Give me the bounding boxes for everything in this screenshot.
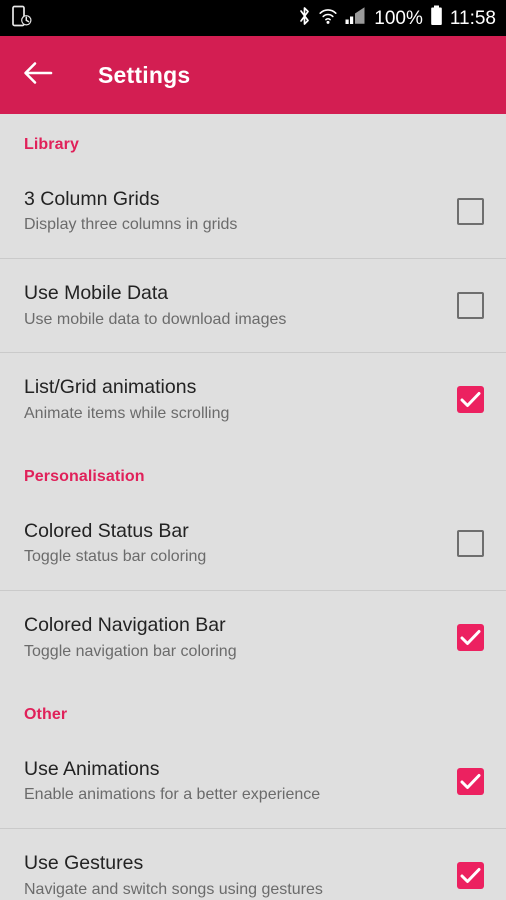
setting-row-3-column-grids[interactable]: 3 Column Grids Display three columns in … bbox=[0, 164, 506, 258]
phone-screen: 100% 11:58 Settings Library 3 Column Gri… bbox=[0, 0, 506, 900]
settings-list[interactable]: Library 3 Column Grids Display three col… bbox=[0, 114, 506, 900]
setting-text-group: Colored Status Bar Toggle status bar col… bbox=[24, 519, 441, 567]
setting-text-group: Use Gestures Navigate and switch songs u… bbox=[24, 851, 441, 899]
page-title: Settings bbox=[98, 61, 191, 88]
setting-text-group: Colored Navigation Bar Toggle navigation… bbox=[24, 613, 441, 661]
section-header-other: Other bbox=[24, 706, 68, 723]
device-clock-icon bbox=[12, 5, 32, 32]
checkbox-colored-navigation-bar[interactable] bbox=[457, 624, 484, 651]
battery-percent-label: 100% bbox=[374, 7, 423, 29]
setting-subtitle: Toggle status bar coloring bbox=[24, 548, 207, 566]
setting-title: Use Mobile Data bbox=[24, 282, 169, 305]
setting-row-list-grid-animations[interactable]: List/Grid animations Animate items while… bbox=[0, 352, 506, 446]
back-button[interactable] bbox=[16, 53, 60, 97]
setting-text-group: Use Animations Enable animations for a b… bbox=[24, 757, 441, 805]
checkbox-list-grid-animations[interactable] bbox=[457, 386, 484, 413]
setting-row-use-mobile-data[interactable]: Use Mobile Data Use mobile data to downl… bbox=[0, 258, 506, 352]
setting-text-group: 3 Column Grids Display three columns in … bbox=[24, 187, 441, 235]
app-bar: Settings bbox=[0, 36, 506, 114]
status-bar: 100% 11:58 bbox=[0, 0, 506, 36]
setting-title: Use Gestures bbox=[24, 852, 144, 875]
setting-text-group: Use Mobile Data Use mobile data to downl… bbox=[24, 281, 441, 329]
status-bar-right: 100% 11:58 bbox=[298, 5, 496, 31]
setting-row-colored-navigation-bar[interactable]: Colored Navigation Bar Toggle navigation… bbox=[0, 590, 506, 684]
setting-row-use-animations[interactable]: Use Animations Enable animations for a b… bbox=[0, 734, 506, 828]
checkbox-use-mobile-data[interactable] bbox=[457, 292, 484, 319]
setting-subtitle: Enable animations for a better experienc… bbox=[24, 786, 321, 804]
battery-full-icon bbox=[430, 5, 443, 31]
section-header-personalisation: Personalisation bbox=[24, 468, 145, 485]
checkbox-use-gestures[interactable] bbox=[457, 862, 484, 889]
setting-subtitle: Toggle navigation bar coloring bbox=[24, 642, 237, 660]
bluetooth-icon bbox=[298, 6, 311, 31]
setting-subtitle: Use mobile data to download images bbox=[24, 310, 287, 328]
setting-subtitle: Animate items while scrolling bbox=[24, 404, 230, 422]
setting-row-use-gestures[interactable]: Use Gestures Navigate and switch songs u… bbox=[0, 828, 506, 900]
setting-title: Colored Navigation Bar bbox=[24, 614, 226, 637]
checkbox-3-column-grids[interactable] bbox=[457, 197, 484, 225]
setting-subtitle: Navigate and switch songs using gestures bbox=[24, 880, 323, 898]
setting-text-group: List/Grid animations Animate items while… bbox=[24, 375, 441, 423]
cellular-signal-icon bbox=[345, 6, 366, 31]
setting-title: 3 Column Grids bbox=[24, 187, 160, 210]
setting-row-colored-status-bar[interactable]: Colored Status Bar Toggle status bar col… bbox=[0, 496, 506, 590]
setting-title: Use Animations bbox=[24, 757, 160, 780]
clock-label: 11:58 bbox=[449, 7, 496, 29]
back-arrow-icon bbox=[23, 60, 53, 91]
status-bar-left bbox=[12, 5, 32, 32]
checkbox-colored-status-bar[interactable] bbox=[457, 529, 484, 557]
section-header-library: Library bbox=[24, 136, 79, 153]
setting-subtitle: Display three columns in grids bbox=[24, 216, 238, 234]
checkbox-use-animations[interactable] bbox=[457, 767, 484, 795]
setting-title: List/Grid animations bbox=[24, 376, 197, 399]
setting-title: Colored Status Bar bbox=[24, 519, 189, 542]
wifi-icon bbox=[318, 6, 338, 31]
